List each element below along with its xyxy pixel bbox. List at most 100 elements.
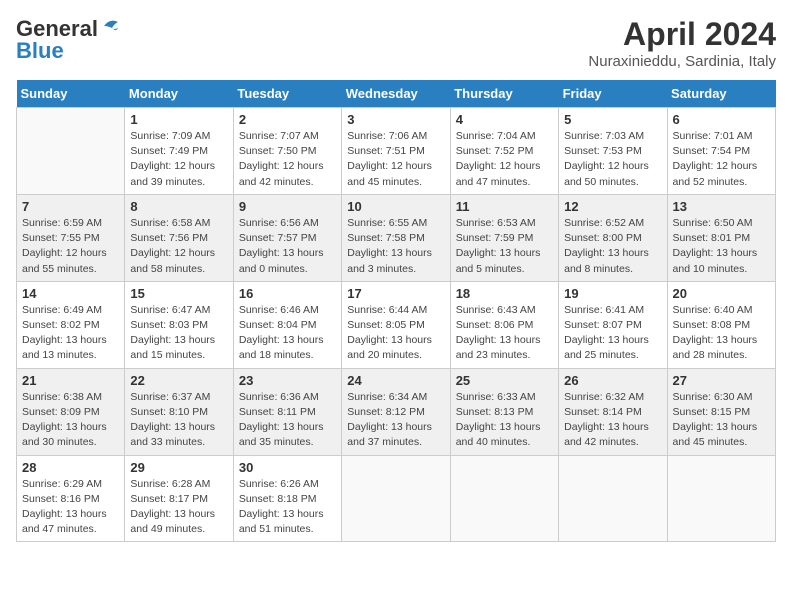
calendar-cell: 21 Sunrise: 6:38 AMSunset: 8:09 PMDayligh… <box>17 368 125 455</box>
day-number: 6 <box>673 112 770 127</box>
day-number: 21 <box>22 373 119 388</box>
day-number: 24 <box>347 373 444 388</box>
weekday-header-tuesday: Tuesday <box>233 80 341 108</box>
calendar-cell: 4 Sunrise: 7:04 AMSunset: 7:52 PMDaylight… <box>450 108 558 195</box>
logo-blue-text: Blue <box>16 38 64 64</box>
calendar-cell: 29 Sunrise: 6:28 AMSunset: 8:17 PMDayligh… <box>125 455 233 542</box>
day-detail: Sunrise: 6:52 AMSunset: 8:00 PMDaylight:… <box>564 216 661 277</box>
day-detail: Sunrise: 6:47 AMSunset: 8:03 PMDaylight:… <box>130 303 227 364</box>
day-number: 15 <box>130 286 227 301</box>
day-number: 1 <box>130 112 227 127</box>
day-number: 27 <box>673 373 770 388</box>
day-number: 18 <box>456 286 553 301</box>
calendar-cell: 20 Sunrise: 6:40 AMSunset: 8:08 PMDayligh… <box>667 281 775 368</box>
calendar-cell: 14 Sunrise: 6:49 AMSunset: 8:02 PMDayligh… <box>17 281 125 368</box>
title-area: April 2024 Nuraxinieddu, Sardinia, Italy <box>588 16 776 70</box>
day-detail: Sunrise: 6:29 AMSunset: 8:16 PMDaylight:… <box>22 477 119 538</box>
day-number: 25 <box>456 373 553 388</box>
calendar-cell: 30 Sunrise: 6:26 AMSunset: 8:18 PMDayligh… <box>233 455 341 542</box>
weekday-header-friday: Friday <box>559 80 667 108</box>
weekday-header-thursday: Thursday <box>450 80 558 108</box>
calendar-cell: 13 Sunrise: 6:50 AMSunset: 8:01 PMDayligh… <box>667 194 775 281</box>
day-detail: Sunrise: 7:09 AMSunset: 7:49 PMDaylight:… <box>130 129 227 190</box>
day-number: 28 <box>22 460 119 475</box>
day-detail: Sunrise: 6:32 AMSunset: 8:14 PMDaylight:… <box>564 390 661 451</box>
day-number: 19 <box>564 286 661 301</box>
day-detail: Sunrise: 6:55 AMSunset: 7:58 PMDaylight:… <box>347 216 444 277</box>
weekday-header-monday: Monday <box>125 80 233 108</box>
weekday-header-row: SundayMondayTuesdayWednesdayThursdayFrid… <box>17 80 776 108</box>
calendar-cell: 24Sunrise: 6:34 AMSunset: 8:12 PMDayligh… <box>342 368 450 455</box>
calendar-week-row: 1 Sunrise: 7:09 AMSunset: 7:49 PMDaylight… <box>17 108 776 195</box>
calendar-cell <box>17 108 125 195</box>
day-number: 29 <box>130 460 227 475</box>
day-number: 23 <box>239 373 336 388</box>
calendar-cell: 23Sunrise: 6:36 AMSunset: 8:11 PMDayligh… <box>233 368 341 455</box>
calendar-cell <box>559 455 667 542</box>
calendar-cell: 6 Sunrise: 7:01 AMSunset: 7:54 PMDaylight… <box>667 108 775 195</box>
calendar-cell: 19 Sunrise: 6:41 AMSunset: 8:07 PMDayligh… <box>559 281 667 368</box>
calendar-cell <box>667 455 775 542</box>
calendar-cell: 15 Sunrise: 6:47 AMSunset: 8:03 PMDayligh… <box>125 281 233 368</box>
weekday-header-saturday: Saturday <box>667 80 775 108</box>
calendar-cell: 27 Sunrise: 6:30 AMSunset: 8:15 PMDayligh… <box>667 368 775 455</box>
day-detail: Sunrise: 7:06 AMSunset: 7:51 PMDaylight:… <box>347 129 444 190</box>
calendar-cell: 10Sunrise: 6:55 AMSunset: 7:58 PMDayligh… <box>342 194 450 281</box>
calendar-cell: 7 Sunrise: 6:59 AMSunset: 7:55 PMDaylight… <box>17 194 125 281</box>
calendar-table: SundayMondayTuesdayWednesdayThursdayFrid… <box>16 80 776 542</box>
logo: General Blue <box>16 16 122 64</box>
day-detail: Sunrise: 6:40 AMSunset: 8:08 PMDaylight:… <box>673 303 770 364</box>
day-detail: Sunrise: 6:44 AMSunset: 8:05 PMDaylight:… <box>347 303 444 364</box>
day-number: 13 <box>673 199 770 214</box>
day-detail: Sunrise: 6:41 AMSunset: 8:07 PMDaylight:… <box>564 303 661 364</box>
calendar-cell <box>450 455 558 542</box>
day-number: 7 <box>22 199 119 214</box>
day-number: 4 <box>456 112 553 127</box>
day-detail: Sunrise: 6:46 AMSunset: 8:04 PMDaylight:… <box>239 303 336 364</box>
day-number: 3 <box>347 112 444 127</box>
day-detail: Sunrise: 6:26 AMSunset: 8:18 PMDaylight:… <box>239 477 336 538</box>
day-number: 9 <box>239 199 336 214</box>
calendar-week-row: 14 Sunrise: 6:49 AMSunset: 8:02 PMDayligh… <box>17 281 776 368</box>
day-number: 11 <box>456 199 553 214</box>
calendar-cell: 25 Sunrise: 6:33 AMSunset: 8:13 PMDayligh… <box>450 368 558 455</box>
day-number: 26 <box>564 373 661 388</box>
day-number: 14 <box>22 286 119 301</box>
day-number: 5 <box>564 112 661 127</box>
calendar-cell: 1 Sunrise: 7:09 AMSunset: 7:49 PMDaylight… <box>125 108 233 195</box>
day-detail: Sunrise: 6:53 AMSunset: 7:59 PMDaylight:… <box>456 216 553 277</box>
day-detail: Sunrise: 7:01 AMSunset: 7:54 PMDaylight:… <box>673 129 770 190</box>
day-detail: Sunrise: 6:33 AMSunset: 8:13 PMDaylight:… <box>456 390 553 451</box>
calendar-cell: 2Sunrise: 7:07 AMSunset: 7:50 PMDaylight… <box>233 108 341 195</box>
day-detail: Sunrise: 6:56 AMSunset: 7:57 PMDaylight:… <box>239 216 336 277</box>
logo-bird-icon <box>100 18 122 36</box>
calendar-cell: 26 Sunrise: 6:32 AMSunset: 8:14 PMDayligh… <box>559 368 667 455</box>
day-number: 16 <box>239 286 336 301</box>
day-detail: Sunrise: 6:49 AMSunset: 8:02 PMDaylight:… <box>22 303 119 364</box>
day-detail: Sunrise: 6:50 AMSunset: 8:01 PMDaylight:… <box>673 216 770 277</box>
calendar-cell: 17 Sunrise: 6:44 AMSunset: 8:05 PMDayligh… <box>342 281 450 368</box>
day-detail: Sunrise: 6:38 AMSunset: 8:09 PMDaylight:… <box>22 390 119 451</box>
day-detail: Sunrise: 6:28 AMSunset: 8:17 PMDaylight:… <box>130 477 227 538</box>
calendar-cell: 16 Sunrise: 6:46 AMSunset: 8:04 PMDayligh… <box>233 281 341 368</box>
day-detail: Sunrise: 6:59 AMSunset: 7:55 PMDaylight:… <box>22 216 119 277</box>
day-number: 22 <box>130 373 227 388</box>
calendar-week-row: 7 Sunrise: 6:59 AMSunset: 7:55 PMDaylight… <box>17 194 776 281</box>
calendar-cell: 3 Sunrise: 7:06 AMSunset: 7:51 PMDaylight… <box>342 108 450 195</box>
day-detail: Sunrise: 7:04 AMSunset: 7:52 PMDaylight:… <box>456 129 553 190</box>
weekday-header-wednesday: Wednesday <box>342 80 450 108</box>
weekday-header-sunday: Sunday <box>17 80 125 108</box>
calendar-cell: 28 Sunrise: 6:29 AMSunset: 8:16 PMDayligh… <box>17 455 125 542</box>
location: Nuraxinieddu, Sardinia, Italy <box>588 53 776 70</box>
day-number: 30 <box>239 460 336 475</box>
day-number: 17 <box>347 286 444 301</box>
day-detail: Sunrise: 6:30 AMSunset: 8:15 PMDaylight:… <box>673 390 770 451</box>
day-detail: Sunrise: 7:03 AMSunset: 7:53 PMDaylight:… <box>564 129 661 190</box>
day-detail: Sunrise: 6:43 AMSunset: 8:06 PMDaylight:… <box>456 303 553 364</box>
calendar-cell: 12Sunrise: 6:52 AMSunset: 8:00 PMDayligh… <box>559 194 667 281</box>
day-number: 20 <box>673 286 770 301</box>
month-title: April 2024 <box>588 16 776 53</box>
calendar-cell: 11 Sunrise: 6:53 AMSunset: 7:59 PMDayligh… <box>450 194 558 281</box>
day-detail: Sunrise: 6:58 AMSunset: 7:56 PMDaylight:… <box>130 216 227 277</box>
day-detail: Sunrise: 7:07 AMSunset: 7:50 PMDaylight:… <box>239 129 336 190</box>
